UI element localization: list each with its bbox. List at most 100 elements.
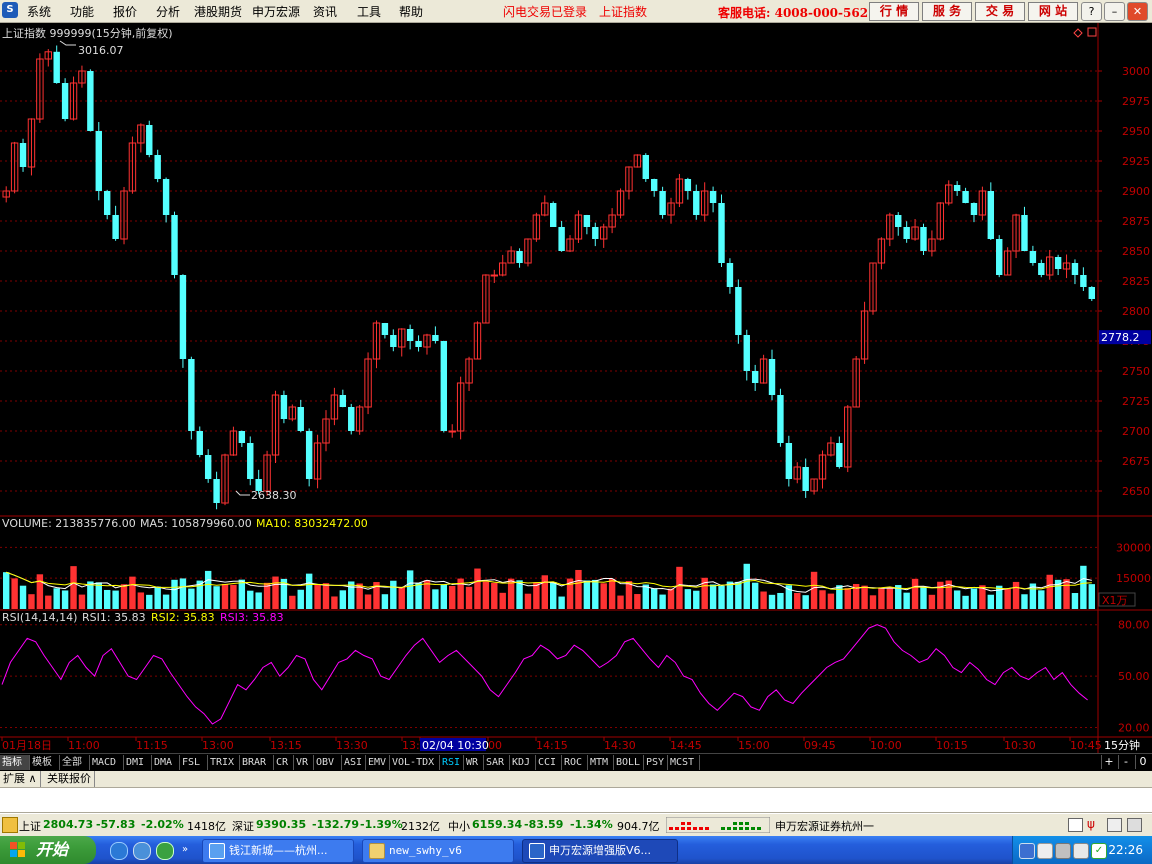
task-swhy[interactable]: 申万宏源增强版V6... — [522, 839, 678, 863]
chart-area[interactable]: 3000297529502925290028752850282528002775… — [0, 23, 1152, 753]
task-label: new_swhy_v6 — [389, 844, 462, 857]
sh-name[interactable]: 上证 — [19, 818, 41, 834]
ie-icon[interactable] — [110, 842, 128, 860]
volume-bar — [432, 589, 439, 609]
volume-bar — [575, 569, 582, 609]
candle-body — [650, 179, 658, 191]
indicator-tab-psy[interactable]: PSY — [644, 755, 668, 770]
ie-task-icon — [209, 843, 225, 859]
quotes-button[interactable]: 行 情 — [869, 2, 919, 21]
indicator-tab-dmi[interactable]: DMI — [124, 755, 152, 770]
security-shield-icon[interactable]: ✓ — [1091, 843, 1107, 859]
indicator-tab-fsl[interactable]: FSL — [180, 755, 208, 770]
media-icon[interactable] — [156, 842, 174, 860]
indicator-tab-macd[interactable]: MACD — [90, 755, 124, 770]
lock-icon[interactable] — [1127, 818, 1142, 832]
broadcast-icon[interactable]: ψ — [1087, 817, 1095, 831]
indicator-tab-全部[interactable]: 全部 — [60, 755, 90, 770]
indicator-tab-vr[interactable]: VR — [294, 755, 314, 770]
rsi2-label: RSI2: 35.83 — [151, 611, 215, 624]
rsi-line — [1, 624, 1088, 725]
volume-bar — [61, 590, 69, 609]
service-button[interactable]: 服 务 — [922, 2, 972, 21]
chart-canvas[interactable]: 3000297529502925290028752850282528002775… — [0, 23, 1152, 753]
indicator-tab-obv[interactable]: OBV — [314, 755, 342, 770]
menu-bar: S 系统 功能 报价 分析 港股期货 申万宏源 资讯 工具 帮助 闪电交易已登录… — [0, 0, 1152, 23]
menu-analysis[interactable]: 分析 — [156, 3, 180, 20]
candle-body — [558, 227, 565, 251]
volume-bar — [95, 582, 102, 609]
volume-bar — [364, 594, 372, 609]
candle-body — [297, 407, 304, 431]
menu-help[interactable]: 帮助 — [399, 3, 423, 20]
volume-bar — [524, 593, 532, 609]
indicator-tab-trix[interactable]: TRIX — [208, 755, 240, 770]
menu-news[interactable]: 资讯 — [313, 3, 337, 20]
indicator-tab-rsi[interactable]: RSI — [440, 755, 464, 770]
minimize-icon[interactable]: – — [1104, 2, 1125, 21]
related-quote-tab[interactable]: 关联报价 — [44, 771, 95, 787]
volume-icon[interactable] — [1055, 843, 1071, 859]
indicator-tab-wr[interactable]: WR — [464, 755, 484, 770]
indicator-tab-vol-tdx[interactable]: VOL-TDX — [390, 755, 440, 770]
volume-bar — [230, 584, 237, 609]
indicator-tab-cci[interactable]: CCI — [536, 755, 562, 770]
menu-system[interactable]: 系统 — [27, 3, 51, 20]
display-icon[interactable] — [1073, 843, 1089, 859]
indicator-tab-sar[interactable]: SAR — [484, 755, 510, 770]
menu-quote[interactable]: 报价 — [113, 3, 137, 20]
indicator-tab-emv[interactable]: EMV — [366, 755, 390, 770]
zoom-diamond-icon — [1073, 28, 1083, 38]
volume-bar — [1088, 584, 1095, 609]
zx-name[interactable]: 中小 — [448, 818, 470, 834]
indicator-tab-mcst[interactable]: MCST — [668, 755, 700, 770]
menu-swhy[interactable]: 申万宏源 — [252, 3, 300, 20]
volume-bar — [87, 581, 94, 609]
explorer-icon[interactable] — [133, 842, 151, 860]
indicator-tab-boll[interactable]: BOLL — [614, 755, 644, 770]
candle-body — [953, 185, 961, 191]
close-icon[interactable]: ✕ — [1127, 2, 1148, 21]
quicklaunch-more-icon[interactable]: » — [182, 844, 188, 855]
taskbar: 开始 » 钱江新城——杭州... new_swhy_v6 申万宏源增强版V6..… — [0, 836, 1152, 864]
extend-tab[interactable]: 扩展 ∧ — [0, 771, 41, 787]
candle-body — [987, 191, 995, 239]
help-icon[interactable]: ? — [1081, 2, 1102, 21]
reset-zoom-button[interactable]: 0 — [1135, 755, 1150, 769]
indicator-tab-brar[interactable]: BRAR — [240, 755, 274, 770]
volume-bar — [987, 594, 995, 609]
menu-hk-futures[interactable]: 港股期货 — [194, 3, 242, 20]
candle-body — [516, 251, 523, 263]
candle-body — [381, 323, 389, 335]
message-icon[interactable] — [1107, 818, 1122, 832]
task-qianjiang[interactable]: 钱江新城——杭州... — [202, 839, 354, 863]
zoom-in-button[interactable]: + — [1101, 755, 1116, 769]
menu-function[interactable]: 功能 — [70, 3, 94, 20]
task-folder[interactable]: new_swhy_v6 — [362, 839, 514, 863]
app-logo-icon[interactable]: S — [2, 2, 18, 18]
candle-body — [390, 335, 397, 347]
indicator-tab-roc[interactable]: ROC — [562, 755, 588, 770]
candle-body — [238, 431, 246, 443]
website-button[interactable]: 网 站 — [1028, 2, 1078, 21]
indicator-tab-asi[interactable]: ASI — [342, 755, 366, 770]
start-button[interactable]: 开始 — [0, 836, 96, 864]
window-icon[interactable] — [1068, 818, 1083, 832]
indicator-tab-dma[interactable]: DMA — [152, 755, 180, 770]
sz-name[interactable]: 深证 — [232, 818, 254, 834]
indicator-tab-mtm[interactable]: MTM — [588, 755, 614, 770]
ime-icon[interactable] — [1037, 843, 1053, 859]
price-tick-label: 2900 — [1122, 185, 1150, 198]
volume-bar — [112, 590, 119, 609]
menu-tools[interactable]: 工具 — [357, 3, 381, 20]
indicator-tab-模板[interactable]: 模板 — [30, 755, 60, 770]
trade-button[interactable]: 交 易 — [975, 2, 1025, 21]
zoom-out-button[interactable]: - — [1118, 755, 1133, 769]
indicator-tab-kdj[interactable]: KDJ — [510, 755, 536, 770]
network-icon[interactable] — [1019, 843, 1035, 859]
indicator-tab-指标[interactable]: 指标 — [0, 755, 30, 770]
volume-bar — [120, 584, 128, 609]
time-tick-label: 13:00 — [202, 739, 234, 752]
indicator-tab-cr[interactable]: CR — [274, 755, 294, 770]
candle-body — [895, 215, 902, 227]
